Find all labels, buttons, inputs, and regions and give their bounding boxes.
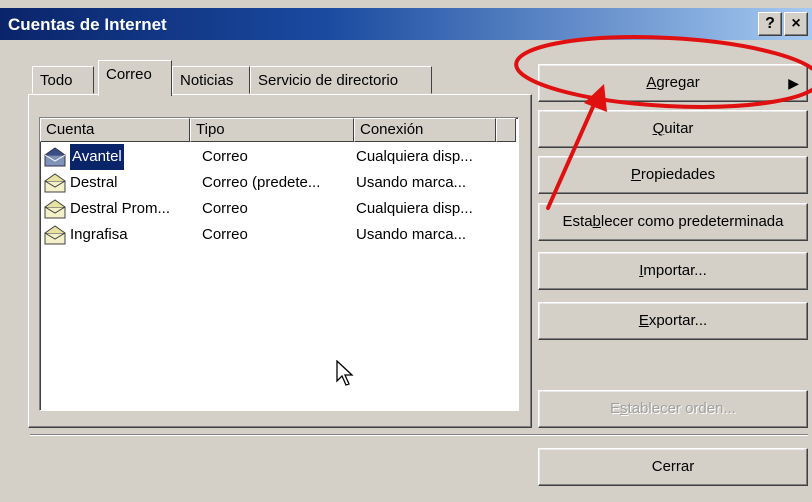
account-name: Destral xyxy=(70,174,118,191)
quitar-button[interactable]: Quitar xyxy=(538,110,808,148)
account-connection: Cualquiera disp... xyxy=(356,148,473,165)
mail-account-icon xyxy=(44,147,66,167)
window-title: Cuentas de Internet xyxy=(8,15,167,34)
tab-panel-correo: Cuenta Tipo Conexión Avantel Correo Cual… xyxy=(28,94,532,428)
column-label: Conexión xyxy=(360,121,424,138)
tab-label: Correo xyxy=(106,66,152,83)
account-connection: Usando marca... xyxy=(356,174,467,191)
table-row[interactable]: Destral Prom... Correo Cualquiera disp..… xyxy=(42,196,512,222)
accounts-list[interactable]: Cuenta Tipo Conexión Avantel Correo Cual… xyxy=(39,117,519,411)
quitar-label: Quitar xyxy=(652,120,694,137)
importar-button[interactable]: Importar... xyxy=(538,252,808,290)
table-row[interactable]: Ingrafisa Correo Usando marca... xyxy=(42,222,512,248)
tab-label: Servicio de directorio xyxy=(258,72,399,89)
separator xyxy=(30,434,808,436)
table-row[interactable]: Avantel Correo Cualquiera disp... xyxy=(42,143,512,171)
account-type: Correo xyxy=(202,226,248,243)
column-header-filler xyxy=(496,118,516,142)
submenu-arrow-icon: ▶ xyxy=(788,75,799,91)
exportar-button[interactable]: Exportar... xyxy=(538,302,808,340)
agregar-button[interactable]: Agregar ▶ xyxy=(538,64,808,102)
tab-correo[interactable]: Correo xyxy=(98,60,172,96)
close-icon: × xyxy=(791,15,801,32)
account-name: Destral Prom... xyxy=(70,200,171,217)
table-row[interactable]: Destral Correo (predete... Usando marca.… xyxy=(42,170,512,196)
establecer-predeterminada-button[interactable]: Establecer como predeterminada xyxy=(538,203,808,241)
tab-servicio-de-directorio[interactable]: Servicio de directorio xyxy=(250,66,432,94)
cerrar-button[interactable]: Cerrar xyxy=(538,448,808,486)
column-header-tipo[interactable]: Tipo xyxy=(190,118,354,142)
cerrar-label: Cerrar xyxy=(651,458,695,475)
exportar-label: Exportar... xyxy=(638,312,708,329)
account-type: Correo (predete... xyxy=(202,174,321,191)
establecer-orden-label: Establecer orden... xyxy=(610,400,736,417)
establecer-predeterminada-label: Establecer como predeterminada xyxy=(562,213,784,230)
establecer-orden-button[interactable]: Establecer orden... xyxy=(538,390,808,428)
account-name: Ingrafisa xyxy=(70,226,128,243)
column-header-conexion[interactable]: Conexión xyxy=(354,118,496,142)
agregar-label: Agregar xyxy=(646,74,700,91)
propiedades-button[interactable]: Propiedades xyxy=(538,156,808,194)
propiedades-label: Propiedades xyxy=(630,166,716,183)
account-type: Correo xyxy=(202,148,248,165)
column-label: Cuenta xyxy=(46,121,95,138)
column-label: Tipo xyxy=(196,121,225,138)
importar-label: Importar... xyxy=(639,262,707,279)
column-header-cuenta[interactable]: Cuenta xyxy=(40,118,190,142)
help-button[interactable]: ? xyxy=(758,12,782,36)
title-bar: Cuentas de Internet ? × xyxy=(0,8,812,40)
account-connection: Usando marca... xyxy=(356,226,467,243)
account-type: Correo xyxy=(202,200,248,217)
close-button[interactable]: × xyxy=(784,12,808,36)
account-connection: Cualquiera disp... xyxy=(356,200,473,217)
internet-accounts-dialog: Cuentas de Internet ? × Todo Correo Noti… xyxy=(0,0,812,502)
tab-label: Todo xyxy=(40,72,73,89)
tab-noticias[interactable]: Noticias xyxy=(172,66,250,94)
mail-account-icon xyxy=(44,173,66,193)
account-name: Avantel xyxy=(69,143,125,171)
tab-todo[interactable]: Todo xyxy=(32,66,94,94)
tab-label: Noticias xyxy=(180,72,234,89)
question-mark-icon: ? xyxy=(765,15,775,32)
mail-account-icon xyxy=(44,199,66,219)
mail-account-icon xyxy=(44,225,66,245)
mouse-cursor-icon xyxy=(336,360,354,386)
